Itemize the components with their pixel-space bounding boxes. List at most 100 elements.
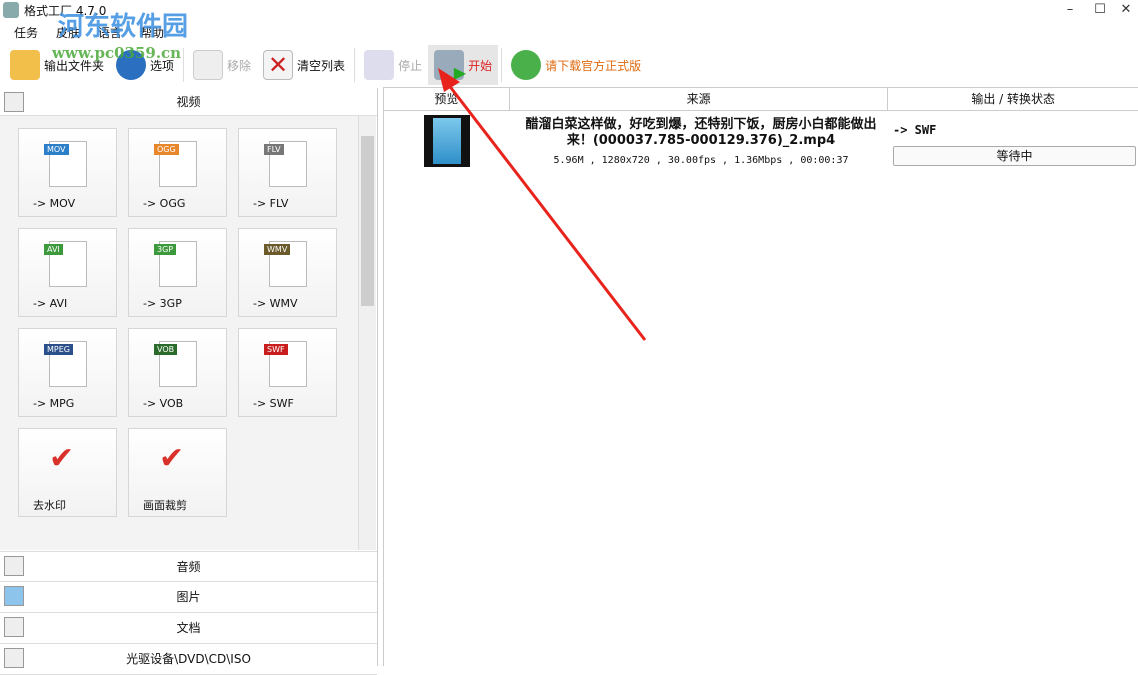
- clear-x-icon: ✕: [263, 50, 294, 80]
- tool-tile[interactable]: OGG -> OGG: [128, 128, 227, 217]
- video-icon: [4, 92, 24, 112]
- gear-icon: [116, 50, 147, 80]
- stop-button[interactable]: 停止: [358, 45, 428, 85]
- tool-tile[interactable]: MPEG -> MPG: [18, 328, 117, 417]
- section-video[interactable]: 视频: [0, 88, 377, 116]
- folder-icon: [10, 50, 40, 80]
- remove-label: 移除: [227, 58, 252, 73]
- format-file-icon: ✔: [49, 441, 75, 476]
- format-badge: WMV: [264, 244, 291, 255]
- format-badge: OGG: [154, 144, 179, 155]
- format-file-icon: MPEG: [44, 341, 87, 387]
- format-file-icon: ✔: [159, 441, 185, 476]
- minimize-button[interactable]: –: [1056, 0, 1084, 20]
- clear-list-button[interactable]: ✕ 清空列表: [257, 45, 351, 85]
- window-title: 格式工厂 4.7.0: [24, 4, 107, 18]
- format-file-icon: OGG: [154, 141, 197, 187]
- start-button[interactable]: ▶ 开始: [428, 45, 499, 85]
- vertical-scrollbar[interactable]: [358, 116, 376, 550]
- source-filename: 醋溜白菜这样做，好吃到爆，还特别下饭，厨房小白都能做出来！(000037.785…: [525, 117, 877, 148]
- close-button[interactable]: ✕: [1112, 0, 1138, 20]
- music-icon: [4, 556, 24, 576]
- format-badge: 3GP: [154, 244, 177, 255]
- format-badge: SWF: [264, 344, 288, 355]
- format-file-icon: MOV: [44, 141, 87, 187]
- column-source[interactable]: 来源: [510, 88, 889, 110]
- divider: [354, 48, 356, 82]
- menu-skin[interactable]: 皮肤: [56, 24, 80, 41]
- download-button[interactable]: 请下载官方正式版: [505, 45, 647, 85]
- tool-label: -> FLV: [253, 197, 289, 210]
- column-output-status[interactable]: 输出 / 转换状态: [888, 88, 1138, 110]
- tool-tile[interactable]: VOB -> VOB: [128, 328, 227, 417]
- format-badge: MPEG: [44, 344, 73, 355]
- format-badge: AVI: [44, 244, 63, 255]
- divider: [183, 48, 185, 82]
- tool-tile[interactable]: 3GP -> 3GP: [128, 228, 227, 317]
- video-tools-grid: MOV -> MOV OGG -> OGG FLV -> FLV AVI -> AVI 3GP -…: [0, 116, 358, 550]
- tool-tile[interactable]: AVI -> AVI: [18, 228, 117, 317]
- format-file-icon: VOB: [154, 341, 197, 387]
- output-folder-button[interactable]: 输出文件夹: [0, 45, 110, 85]
- table-header: 预览 来源 输出 / 转换状态: [384, 87, 1138, 111]
- section-image[interactable]: 图片: [0, 582, 377, 613]
- menu-help[interactable]: 帮助: [140, 24, 164, 41]
- tool-tile[interactable]: ✔ 去水印: [18, 428, 117, 517]
- format-badge: FLV: [264, 144, 284, 155]
- format-file-icon: FLV: [264, 141, 307, 187]
- start-label: 开始: [468, 58, 493, 73]
- format-badge: VOB: [154, 344, 178, 355]
- status-badge: 等待中: [893, 146, 1136, 166]
- section-label: 音频: [176, 560, 201, 574]
- globe-search-icon: [511, 50, 542, 80]
- options-label: 选项: [150, 58, 175, 73]
- section-label: 图片: [176, 590, 201, 604]
- tool-tile[interactable]: SWF -> SWF: [238, 328, 337, 417]
- output-format: -> SWF: [893, 123, 937, 137]
- tool-tile[interactable]: ✔ 画面裁剪: [128, 428, 227, 517]
- format-file-icon: 3GP: [154, 241, 197, 287]
- toolbar: 输出文件夹 选项 移除 ✕ 清空列表 停止 ▶ 开始 请下载官方正式版: [0, 44, 1138, 86]
- stop-label: 停止: [398, 58, 423, 73]
- tool-tile[interactable]: FLV -> FLV: [238, 128, 337, 217]
- download-label: 请下载官方正式版: [545, 58, 642, 73]
- tool-label: 画面裁剪: [143, 499, 187, 512]
- clear-list-label: 清空列表: [297, 58, 346, 73]
- section-document[interactable]: 文档: [0, 613, 377, 644]
- section-audio[interactable]: 音频: [0, 551, 377, 582]
- tool-label: -> 3GP: [143, 297, 182, 310]
- title-bar: 格式工厂 4.7.0 – ☐ ✕: [0, 0, 1138, 20]
- stop-icon: [364, 50, 395, 80]
- column-preview[interactable]: 预览: [384, 88, 510, 110]
- play-icon: ▶: [434, 50, 466, 82]
- tool-label: -> MPG: [33, 397, 75, 410]
- tool-label: -> AVI: [33, 297, 68, 310]
- tool-label: -> WMV: [253, 297, 298, 310]
- remove-button[interactable]: 移除: [187, 45, 257, 85]
- section-label: 光驱设备\DVD\CD\ISO: [126, 652, 251, 666]
- format-file-icon: AVI: [44, 241, 87, 287]
- picture-icon: [4, 586, 24, 606]
- divider: [501, 48, 503, 82]
- document-remove-icon: [193, 50, 224, 80]
- app-icon: [3, 2, 19, 18]
- menu-language[interactable]: 语言: [98, 24, 122, 41]
- output-folder-label: 输出文件夹: [44, 58, 105, 73]
- table-row[interactable]: 醋溜白菜这样做，好吃到爆，还特别下饭，厨房小白都能做出来！(000037.785…: [384, 111, 1138, 171]
- disc-drive-icon: [4, 648, 24, 668]
- source-info: 5.96M , 1280x720 , 30.00fps , 1.36Mbps ,…: [553, 155, 849, 166]
- section-label: 文档: [176, 621, 201, 635]
- maximize-button[interactable]: ☐: [1086, 0, 1114, 20]
- video-thumbnail-icon: [424, 115, 470, 167]
- section-label: 视频: [176, 95, 201, 109]
- format-file-icon: SWF: [264, 341, 307, 387]
- format-file-icon: WMV: [264, 241, 307, 287]
- format-badge: MOV: [44, 144, 69, 155]
- menu-task[interactable]: 任务: [14, 24, 38, 41]
- options-button[interactable]: 选项: [110, 45, 180, 85]
- tool-tile[interactable]: WMV -> WMV: [238, 228, 337, 317]
- menu-bar: 任务 皮肤 语言 帮助: [14, 24, 164, 41]
- section-disc[interactable]: 光驱设备\DVD\CD\ISO: [0, 644, 377, 675]
- tool-label: -> VOB: [143, 397, 184, 410]
- tool-tile[interactable]: MOV -> MOV: [18, 128, 117, 217]
